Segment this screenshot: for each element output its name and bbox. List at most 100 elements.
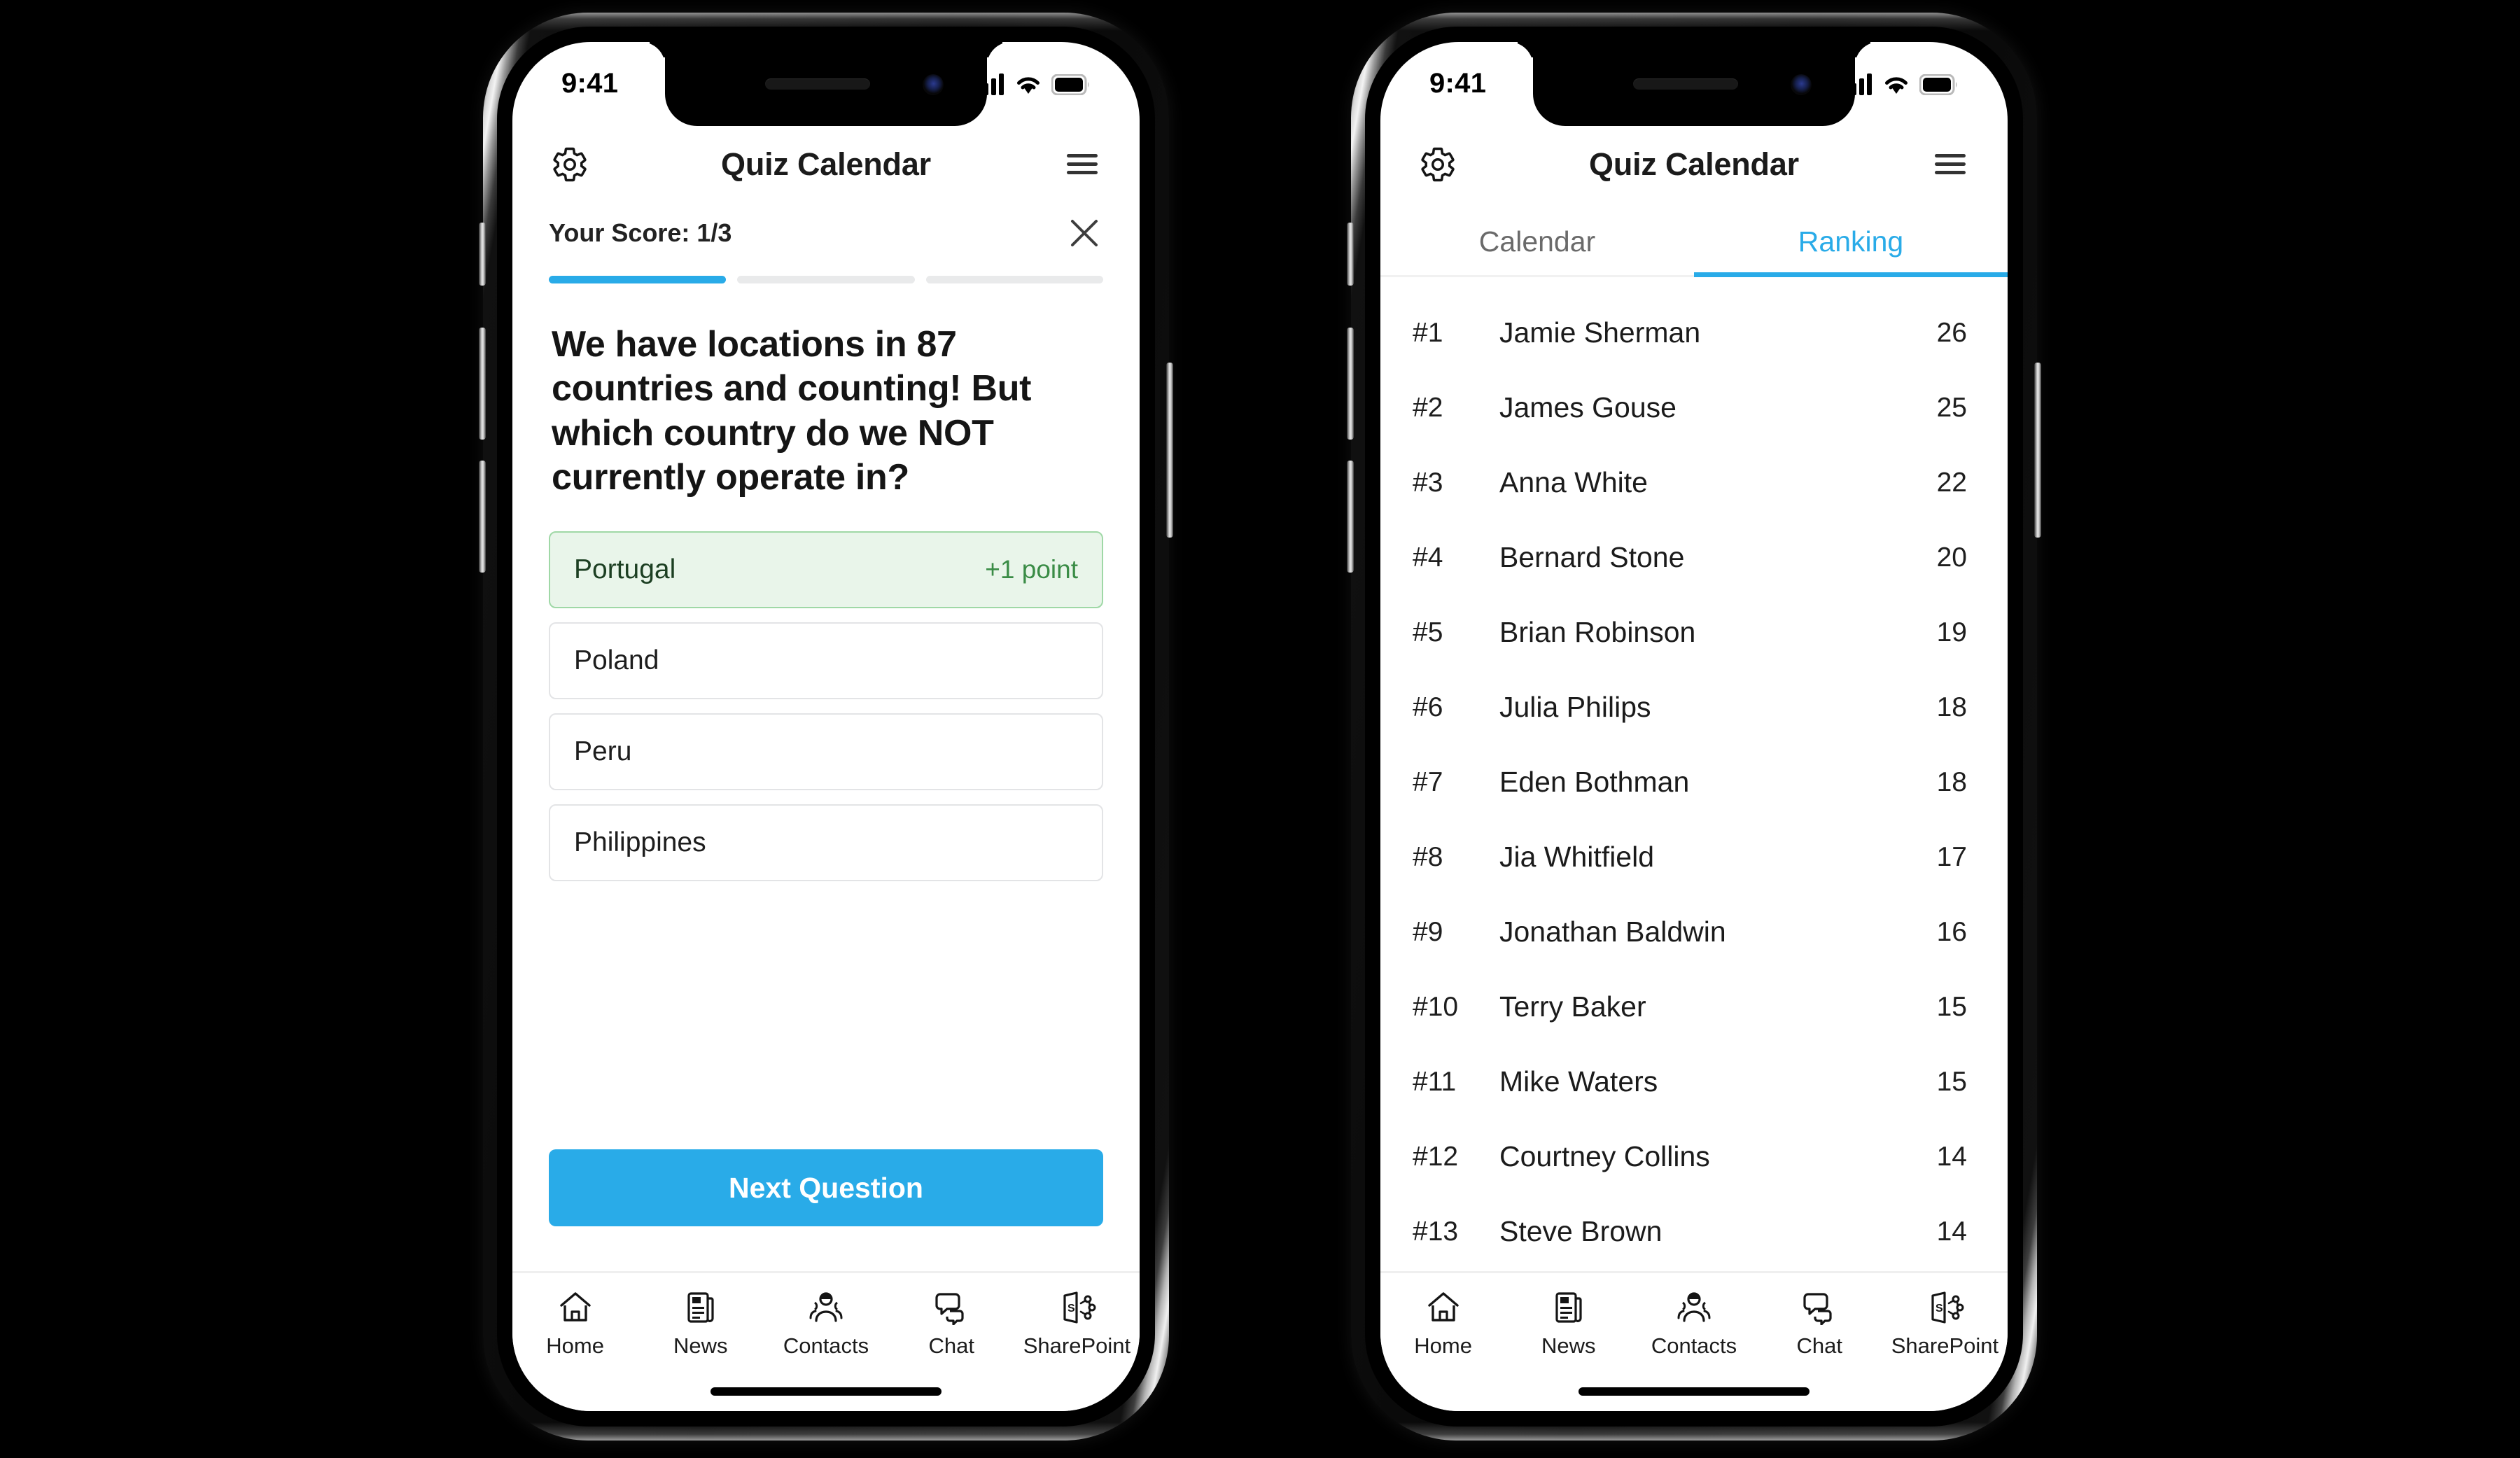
rank-score: 25 xyxy=(1936,392,1967,423)
menu-button[interactable] xyxy=(1921,135,1980,194)
home-indicator[interactable] xyxy=(1578,1387,1809,1396)
volume-down-button[interactable] xyxy=(1347,461,1354,573)
nav-item-chat[interactable]: Chat xyxy=(889,1290,1014,1359)
nav-label: Chat xyxy=(928,1333,974,1358)
table-row[interactable]: #7 Eden Bothman 18 xyxy=(1380,745,2008,820)
quiz-progress-bar xyxy=(512,258,1140,283)
quiz-question-text: We have locations in 87 countries and co… xyxy=(552,324,1032,498)
rank-name: Jamie Sherman xyxy=(1499,316,1701,349)
table-row[interactable]: #3 Anna White 22 xyxy=(1380,445,2008,520)
rank-score: 20 xyxy=(1936,542,1967,573)
ranking-list[interactable]: #1 Jamie Sherman 26 #2 James Gouse 25 #3… xyxy=(1380,280,2008,1271)
rank-position: #3 xyxy=(1413,467,1443,498)
newspaper-icon xyxy=(687,1292,714,1323)
status-time: 9:41 xyxy=(1429,67,1487,99)
volume-down-button[interactable] xyxy=(479,461,486,573)
rank-name: Terry Baker xyxy=(1499,990,1646,1023)
hamburger-menu-icon xyxy=(1935,154,1966,174)
home-icon xyxy=(1427,1292,1459,1322)
rank-position: #12 xyxy=(1413,1141,1459,1172)
power-button[interactable] xyxy=(2034,363,2041,538)
table-row[interactable]: #13 Steve Brown 14 xyxy=(1380,1194,2008,1269)
quiz-option-correct[interactable]: Portugal +1 point xyxy=(549,531,1103,608)
rank-score: 22 xyxy=(1936,467,1967,498)
volume-up-button[interactable] xyxy=(479,328,486,440)
table-row[interactable]: #9 Jonathan Baldwin 16 xyxy=(1380,895,2008,969)
nav-item-news[interactable]: News xyxy=(1506,1290,1631,1359)
tab-calendar[interactable]: Calendar xyxy=(1380,209,1694,275)
table-row[interactable]: #6 Julia Philips 18 xyxy=(1380,670,2008,745)
hamburger-menu-icon xyxy=(1067,154,1098,174)
rank-score: 15 xyxy=(1936,1066,1967,1097)
table-row[interactable]: #12 Courtney Collins 14 xyxy=(1380,1119,2008,1194)
rank-name: Eden Bothman xyxy=(1499,766,1690,798)
quiz-option[interactable]: Philippines xyxy=(549,804,1103,881)
power-button[interactable] xyxy=(1166,363,1173,538)
chat-bubbles-icon xyxy=(1803,1293,1832,1325)
nav-item-contacts[interactable]: Contacts xyxy=(1631,1290,1756,1359)
sharepoint-icon: S xyxy=(1931,1291,1964,1324)
rank-score: 26 xyxy=(1936,317,1967,348)
rank-name: Jia Whitfield xyxy=(1499,841,1655,873)
tab-ranking[interactable]: Ranking xyxy=(1694,209,2008,277)
table-row[interactable]: #5 Brian Robinson 19 xyxy=(1380,595,2008,670)
table-row[interactable]: #10 Terry Baker 15 xyxy=(1380,969,2008,1044)
quiz-option[interactable]: Poland xyxy=(549,622,1103,699)
status-time: 9:41 xyxy=(561,67,619,99)
rank-name: Brian Robinson xyxy=(1499,616,1696,648)
rank-name: Julia Philips xyxy=(1499,691,1651,723)
rank-name: James Gouse xyxy=(1499,391,1676,423)
phone-screen-quiz: 9:41 Quiz Calendar Your Score: 1/3 We ha… xyxy=(512,42,1140,1411)
signal-icon xyxy=(1844,73,1872,95)
phone-device-ranking: 9:41 Quiz Calendar Calendar Ranking #1 J… xyxy=(1347,13,2041,1441)
silent-switch-button[interactable] xyxy=(1347,223,1354,286)
quiz-option-points: +1 point xyxy=(985,554,1078,584)
contacts-people-icon xyxy=(1677,1292,1711,1322)
settings-button[interactable] xyxy=(540,135,599,194)
status-icons xyxy=(1844,66,1959,95)
table-row[interactable]: #4 Bernard Stone 20 xyxy=(1380,520,2008,595)
quiz-option-label: Peru xyxy=(574,736,632,766)
quiz-option[interactable]: Peru xyxy=(549,713,1103,790)
nav-item-sharepoint[interactable]: S SharePoint xyxy=(1014,1290,1140,1359)
status-icons xyxy=(976,66,1091,95)
nav-item-home[interactable]: Home xyxy=(512,1290,638,1359)
nav-item-chat[interactable]: Chat xyxy=(1757,1290,1882,1359)
rank-score: 18 xyxy=(1936,692,1967,722)
rank-name: Jonathan Baldwin xyxy=(1499,916,1726,948)
gear-icon xyxy=(553,147,587,182)
table-row[interactable]: #11 Mike Waters 15 xyxy=(1380,1044,2008,1119)
rank-score: 18 xyxy=(1936,766,1967,797)
table-row[interactable]: #8 Jia Whitfield 17 xyxy=(1380,820,2008,895)
home-indicator[interactable] xyxy=(710,1387,941,1396)
gear-icon xyxy=(1421,147,1455,182)
close-quiz-button[interactable] xyxy=(1064,213,1105,253)
close-icon xyxy=(1071,220,1098,246)
screenshot-stage: 9:41 Quiz Calendar Your Score: 1/3 We ha… xyxy=(0,0,2520,1458)
score-label: Your Score: 1/3 xyxy=(549,218,732,247)
tab-bar: Calendar Ranking xyxy=(1380,209,2008,277)
rank-position: #13 xyxy=(1413,1216,1459,1247)
menu-button[interactable] xyxy=(1053,135,1112,194)
svg-text:S: S xyxy=(1068,1303,1075,1315)
rank-score: 16 xyxy=(1936,916,1967,947)
nav-item-contacts[interactable]: Contacts xyxy=(763,1290,888,1359)
nav-item-news[interactable]: News xyxy=(638,1290,763,1359)
volume-up-button[interactable] xyxy=(1347,328,1354,440)
score-row: Your Score: 1/3 xyxy=(512,203,1140,258)
nav-item-sharepoint[interactable]: S SharePoint xyxy=(1882,1290,2008,1359)
rank-name: Mike Waters xyxy=(1499,1065,1658,1098)
nav-item-home[interactable]: Home xyxy=(1380,1290,1506,1359)
nav-label: News xyxy=(673,1333,728,1358)
phone-device-quiz: 9:41 Quiz Calendar Your Score: 1/3 We ha… xyxy=(479,13,1173,1441)
rank-position: #8 xyxy=(1413,841,1443,872)
silent-switch-button[interactable] xyxy=(479,223,486,286)
settings-button[interactable] xyxy=(1408,135,1467,194)
rank-position: #9 xyxy=(1413,916,1443,947)
nav-label: Chat xyxy=(1796,1333,1842,1358)
table-row[interactable]: #1 Jamie Sherman 26 xyxy=(1380,295,2008,370)
rank-position: #11 xyxy=(1413,1066,1457,1097)
next-question-button[interactable]: Next Question xyxy=(549,1149,1103,1226)
table-row[interactable]: #2 James Gouse 25 xyxy=(1380,370,2008,445)
page-title: Quiz Calendar xyxy=(721,146,931,182)
